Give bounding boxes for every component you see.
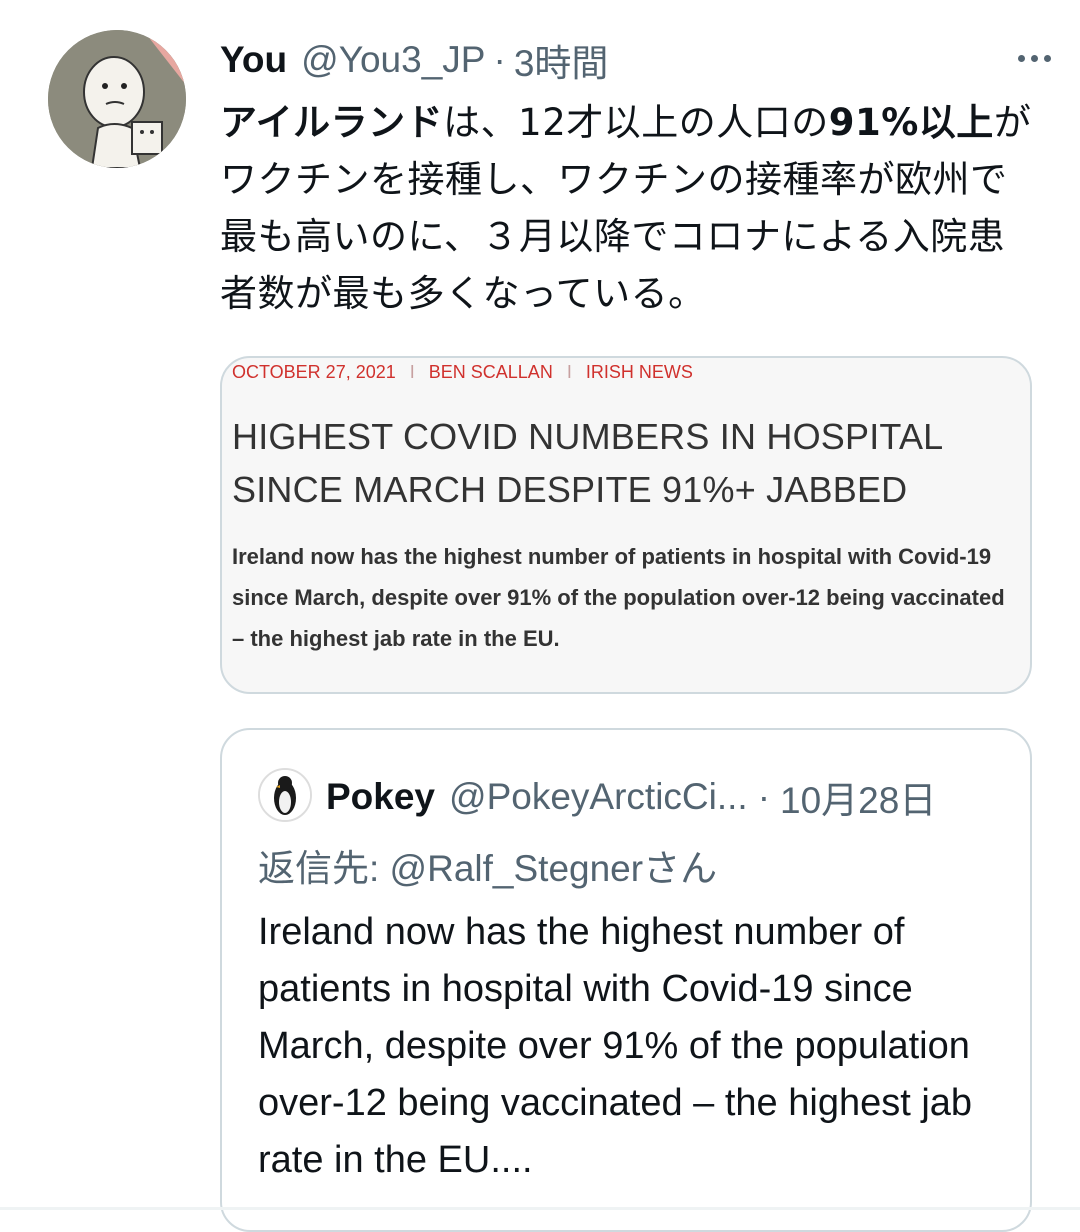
quoted-author-avatar[interactable] [258, 768, 312, 822]
quoted-tweet-header: Pokey @PokeyArcticCi... · 10月28日 [326, 770, 936, 824]
article-headline: HIGHEST COVID NUMBERS IN HOSPITAL SINCE … [232, 416, 943, 510]
quoted-author-name[interactable]: Pokey [326, 776, 435, 818]
article-meta: OCTOBER 27, 2021 I BEN SCALLAN I IRISH NEWS [232, 362, 693, 383]
author-name[interactable]: You [220, 39, 287, 81]
quoted-tweet-date[interactable]: 10月28日 [780, 770, 936, 824]
tweet-header: You @You3_JP · 3時間 [220, 36, 1060, 84]
article-image-card[interactable]: OCTOBER 27, 2021 I BEN SCALLAN I IRISH NEWS … [220, 356, 1032, 694]
article-section: IRISH NEWS [585, 362, 693, 382]
author-avatar[interactable] [48, 30, 186, 168]
cartoon-avatar-icon [48, 30, 186, 168]
article-summary: Ireland now has the highest number of pa… [232, 544, 1005, 651]
tweet-text-bold-1: アイルランド [220, 101, 444, 144]
quoted-tweet[interactable]: Pokey @PokeyArcticCi... · 10月28日 返信先: @R… [220, 728, 1032, 1232]
author-handle[interactable]: @You3_JP [301, 39, 485, 81]
reply-to-label[interactable]: 返信先: @Ralf_Stegnerさん [258, 838, 717, 892]
article-date: OCTOBER 27, 2021 [232, 362, 396, 382]
tweet-text-bold-2: 91%以上 [828, 101, 994, 144]
tweet-text-part-2: は、12才以上の人口の [443, 101, 829, 144]
penguin-avatar-icon [260, 770, 310, 820]
header-separator: · [493, 39, 506, 80]
meta-divider: I [566, 362, 572, 382]
article-author: BEN SCALLAN [428, 362, 553, 382]
tweet-text: アイルランドは、12才以上の人口の91%以上がワクチンを接種し、ワクチンの接種率… [220, 94, 1040, 322]
meta-divider: I [409, 362, 415, 382]
quoted-header-separator: · [757, 776, 771, 817]
quoted-tweet-text: Ireland now has the highest number of pa… [258, 911, 973, 1181]
quoted-author-handle[interactable]: @PokeyArcticCi... [449, 776, 748, 818]
more-icon[interactable] [1012, 46, 1056, 70]
tweet-time[interactable]: 3時間 [514, 33, 609, 87]
